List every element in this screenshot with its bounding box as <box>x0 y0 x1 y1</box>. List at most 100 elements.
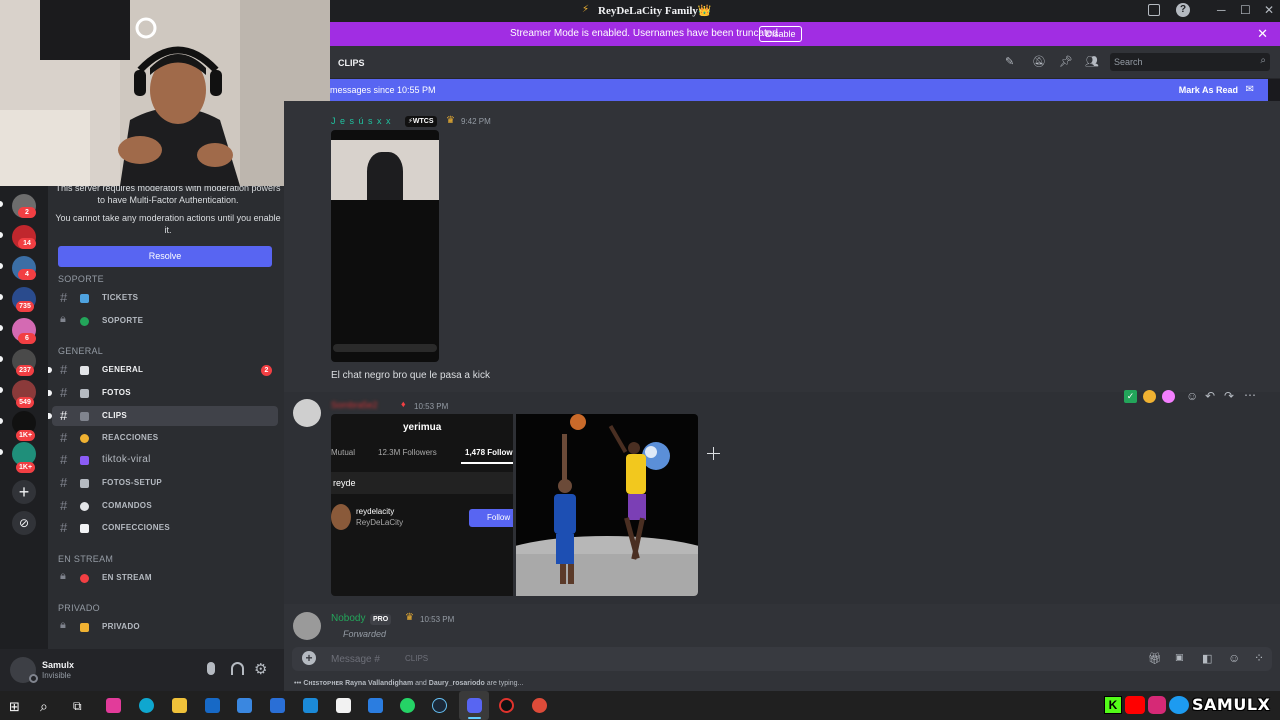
notification-settings-icon[interactable]: 🔕︎ <box>1032 55 1046 69</box>
channel-label: TICKETS <box>102 293 139 302</box>
mark-as-read-button[interactable]: Mark As Read <box>1179 85 1238 95</box>
file-explorer-icon[interactable] <box>172 698 187 713</box>
edge-icon[interactable] <box>139 698 154 713</box>
username[interactable]: Samulx <box>42 660 74 670</box>
channel-tiktok-viral[interactable]: # tiktok-viral <box>52 450 278 470</box>
tiktok-screenshot[interactable]: yerimua Mutual 12.3M Followers 1,478 Fol… <box>331 414 513 596</box>
search-icon[interactable]: ⌕ <box>40 698 48 715</box>
screenshot-person <box>367 152 403 200</box>
app-icon[interactable] <box>270 698 285 713</box>
channel-fotos[interactable]: # FOTOS <box>48 383 278 403</box>
page-emoji-icon <box>80 524 89 533</box>
attached-screenshot[interactable] <box>331 130 439 362</box>
forward-icon[interactable]: ↷ <box>1224 389 1234 403</box>
lock-icon: 🔒︎ <box>60 313 66 325</box>
more-options-icon[interactable]: ⋯ <box>1244 388 1256 402</box>
threads-icon[interactable]: ✎ <box>1005 55 1019 69</box>
text-channel-icon: # <box>60 385 68 400</box>
chrome-icon[interactable] <box>532 698 547 713</box>
server-unread-pill <box>0 325 3 331</box>
gif-icon[interactable]: ▣ <box>1175 652 1184 663</box>
channel-label: tiktok-viral <box>102 454 151 465</box>
channel-comandos[interactable]: # COMANDOS <box>52 496 278 516</box>
channel-clips[interactable]: # CLIPS <box>48 406 278 426</box>
reply-icon[interactable]: ↶ <box>1205 389 1215 403</box>
new-messages-bar[interactable]: messages since 10:55 PM Mark As Read ✉︎ <box>330 79 1268 101</box>
discord-icon[interactable] <box>467 698 482 713</box>
add-server-icon[interactable]: + <box>12 480 36 504</box>
unread-indicator <box>48 367 52 373</box>
search-input[interactable]: Search ⌕ <box>1110 53 1270 71</box>
app-icon[interactable] <box>368 698 383 713</box>
tiktok-follow-button: Follow <box>469 509 513 527</box>
apps-icon[interactable]: ⁘ <box>1254 651 1264 665</box>
notepad-icon[interactable] <box>336 698 351 713</box>
server-badge-1: 2 <box>18 207 36 218</box>
twitter-logo-icon <box>1169 696 1189 714</box>
check-reaction-icon[interactable]: ✓ <box>1124 390 1137 403</box>
server-unread-pill <box>0 294 3 300</box>
resolve-button[interactable]: Resolve <box>58 246 272 267</box>
channel-reacciones[interactable]: # REACCIONES <box>52 428 278 448</box>
gift-icon[interactable]: 🎁︎ <box>1148 652 1162 665</box>
outlook-icon[interactable] <box>205 698 220 713</box>
emoji-picker-icon[interactable]: ☺ <box>1228 651 1240 665</box>
copilot-icon[interactable] <box>106 698 121 713</box>
avatar[interactable] <box>293 399 321 427</box>
help-icon[interactable]: ? <box>1176 3 1190 17</box>
steam-icon[interactable] <box>432 698 447 713</box>
add-reaction-icon[interactable]: ☺ <box>1186 389 1198 403</box>
category-soporte[interactable]: SOPORTE <box>58 274 104 284</box>
message-author[interactable]: Sombra5e2 <box>331 400 378 410</box>
windows-start-icon[interactable]: ⊞ <box>9 699 20 715</box>
result-username: reydelacity <box>356 507 395 516</box>
task-view-icon[interactable]: ⧉ <box>73 699 82 714</box>
ticket-emoji-icon <box>80 294 89 303</box>
pinned-messages-icon[interactable]: 📌︎ <box>1059 55 1073 69</box>
channel-general[interactable]: # GENERAL 2 <box>48 360 278 380</box>
gear-icon[interactable]: ⚙ <box>254 660 267 678</box>
obs-icon[interactable] <box>499 698 514 713</box>
inbox-icon[interactable] <box>1148 4 1160 16</box>
channel-soporte[interactable]: 🔒︎ SOPORTE <box>52 311 278 331</box>
channel-fotos-setup[interactable]: # FOTOS-SETUP <box>52 473 278 493</box>
basketball-image[interactable] <box>516 414 698 596</box>
store-icon[interactable] <box>237 698 252 713</box>
category-general[interactable]: GENERAL <box>58 346 103 356</box>
disable-streamer-mode-button[interactable]: Disable <box>759 26 802 42</box>
skull-reaction-icon[interactable] <box>1162 390 1175 403</box>
channel-label: PRIVADO <box>102 622 140 631</box>
channel-tickets[interactable]: # TICKETS <box>52 288 278 308</box>
sticker-icon[interactable]: ◧ <box>1202 652 1212 665</box>
typing-dots-icon: ••• <box>294 680 302 687</box>
microphone-icon[interactable] <box>207 662 215 675</box>
stat-followers: 12.3M Followers <box>378 448 437 457</box>
app-icon[interactable] <box>303 698 318 713</box>
message-author[interactable]: Nobody <box>331 613 365 624</box>
avatar[interactable] <box>293 612 321 640</box>
category-en-stream[interactable]: EN STREAM <box>58 554 113 564</box>
unread-indicator <box>48 413 52 419</box>
message-author[interactable]: J e s ú s x x <box>331 116 392 126</box>
attach-plus-icon[interactable]: + <box>302 651 316 665</box>
message-input[interactable]: + Message # CLIPS 🎁︎ ▣ ◧ ☺ ⁘ <box>292 647 1272 671</box>
maximize-button[interactable]: ☐ <box>1240 3 1251 17</box>
channel-en-stream[interactable]: 🔒︎ EN STREAM <box>52 568 278 588</box>
channel-label: FOTOS-SETUP <box>102 478 163 487</box>
whatsapp-icon[interactable] <box>400 698 415 713</box>
close-window-button[interactable]: ✕ <box>1264 3 1274 17</box>
discover-icon[interactable]: ⊘ <box>12 511 36 535</box>
channel-privado[interactable]: 🔒︎ PRIVADO <box>52 617 278 637</box>
emoji-reaction-icon[interactable] <box>1143 390 1156 403</box>
stat-mutual: Mutual <box>331 448 356 457</box>
member-list-icon[interactable]: 👥︎ <box>1085 55 1099 69</box>
youtube-logo-icon <box>1125 696 1145 714</box>
category-privado[interactable]: PRIVADO <box>58 603 100 613</box>
headphones-icon[interactable] <box>231 662 244 675</box>
channel-confecciones[interactable]: # CONFECCIONES <box>52 518 278 538</box>
close-banner-icon[interactable]: ✕ <box>1257 26 1268 42</box>
channel-label: SOPORTE <box>102 316 144 325</box>
text-channel-icon: # <box>60 362 68 377</box>
minimize-button[interactable]: ─ <box>1217 3 1226 17</box>
text-channel-icon: # <box>60 430 68 445</box>
